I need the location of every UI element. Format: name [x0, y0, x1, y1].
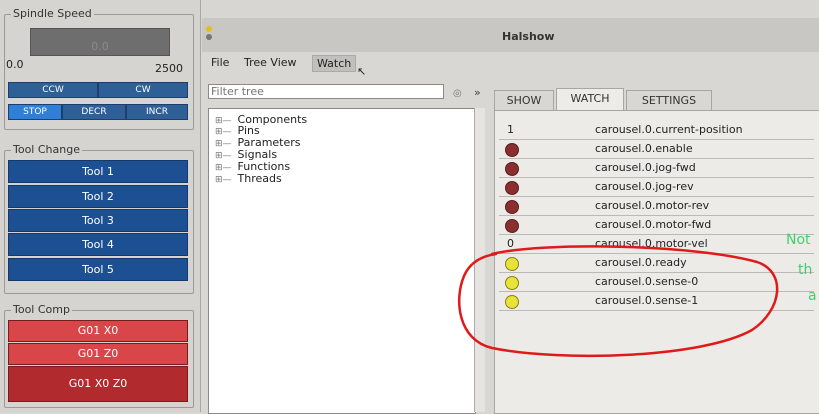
watch-row[interactable]: carousel.0.enable [499, 140, 814, 159]
watch-pin-name: carousel.0.sense-0 [595, 275, 699, 288]
menubar: File Tree View Watch [202, 52, 819, 74]
decr-button[interactable]: DECR [62, 104, 126, 120]
watch-row[interactable]: 1 carousel.0.current-position [499, 121, 814, 140]
filter-tree-input[interactable] [208, 84, 444, 99]
collapse-arrow-icon[interactable]: » [474, 86, 481, 99]
tool-3-button[interactable]: Tool 3 [8, 209, 188, 232]
led-on-icon [505, 276, 519, 290]
tree-item-label: Threads [237, 172, 282, 185]
tab-watch[interactable]: WATCH [556, 88, 624, 111]
annotation-note-line-2: th [798, 262, 813, 278]
cw-button[interactable]: CW [98, 82, 188, 98]
watch-row[interactable]: carousel.0.sense-1 [499, 292, 814, 311]
watch-pin-name: carousel.0.jog-fwd [595, 161, 696, 174]
expand-icon[interactable]: ⊞— [215, 175, 232, 185]
spindle-range-min: 0.0 [6, 58, 24, 71]
watch-pin-name: carousel.0.motor-fwd [595, 218, 712, 231]
annotation-note-line-1: Not [786, 232, 811, 248]
tree-pane[interactable]: ⊞— Components ⊞— Pins ⊞— Parameters ⊞— Signa… [208, 108, 476, 414]
ccw-button[interactable]: CCW [8, 82, 98, 98]
tab-show[interactable]: SHOW [494, 90, 554, 111]
watch-pin-name: carousel.0.enable [595, 142, 693, 155]
window-controls[interactable] [206, 24, 216, 44]
window-titlebar: Halshow [202, 18, 819, 53]
tool-1-button[interactable]: Tool 1 [8, 160, 188, 183]
watch-pin-name: carousel.0.ready [595, 256, 687, 269]
watch-pin-name: carousel.0.sense-1 [595, 294, 699, 307]
g01-x0-button[interactable]: G01 X0 [8, 320, 188, 342]
watch-value: 0 [507, 237, 514, 250]
led-off-icon [505, 162, 519, 176]
incr-button[interactable]: INCR [126, 104, 188, 120]
spindle-range-max: 2500 [155, 62, 183, 75]
annotation-note-line-3: a [808, 288, 817, 304]
spindle-speed-title: Spindle Speed [11, 7, 94, 20]
minimize-icon[interactable] [206, 26, 212, 32]
watch-pin-name: carousel.0.current-position [595, 123, 743, 136]
menu-watch[interactable]: Watch [312, 55, 357, 72]
tool-4-button[interactable]: Tool 4 [8, 233, 188, 256]
stop-button[interactable]: STOP [8, 104, 62, 120]
tree-item-threads[interactable]: ⊞— Threads [215, 172, 282, 185]
tool-5-button[interactable]: Tool 5 [8, 258, 188, 281]
watch-pin-name: carousel.0.motor-vel [595, 237, 708, 250]
tab-settings[interactable]: SETTINGS [626, 90, 712, 111]
tool-comp-title: Tool Comp [11, 303, 72, 316]
menu-file[interactable]: File [211, 56, 229, 69]
spindle-speed-display: 0.0 [30, 28, 170, 56]
watch-row[interactable]: carousel.0.jog-rev [499, 178, 814, 197]
watch-pin-name: carousel.0.motor-rev [595, 199, 710, 212]
watch-row[interactable]: carousel.0.jog-fwd [499, 159, 814, 178]
led-off-icon [505, 143, 519, 157]
led-on-icon [505, 295, 519, 309]
left-control-panel: Spindle Speed 0.0 0.0 2500 CCW CW STOP D… [0, 0, 201, 412]
watch-row[interactable]: carousel.0.sense-0 [499, 273, 814, 292]
watch-pin-name: carousel.0.jog-rev [595, 180, 694, 193]
close-icon[interactable] [206, 34, 212, 40]
watch-row[interactable]: carousel.0.motor-rev [499, 197, 814, 216]
clear-filter-icon[interactable]: ◎ [453, 88, 462, 99]
led-off-icon [505, 181, 519, 195]
watch-row[interactable]: carousel.0.motor-fwd [499, 216, 814, 235]
tree-scrollbar[interactable] [474, 108, 485, 412]
led-on-icon [505, 257, 519, 271]
tool-change-title: Tool Change [11, 143, 82, 156]
led-off-icon [505, 219, 519, 233]
watch-row[interactable]: 0 carousel.0.motor-vel [499, 235, 814, 254]
watch-row[interactable]: carousel.0.ready [499, 254, 814, 273]
led-off-icon [505, 200, 519, 214]
watch-value: 1 [507, 123, 514, 136]
watch-list: 1 carousel.0.current-position carousel.0… [494, 110, 819, 414]
window-title: Halshow [502, 30, 555, 43]
mouse-cursor-icon: ↖ [357, 65, 367, 78]
g01-z0-button[interactable]: G01 Z0 [8, 343, 188, 365]
g01-x0-z0-button[interactable]: G01 X0 Z0 [8, 366, 188, 402]
tool-2-button[interactable]: Tool 2 [8, 185, 188, 208]
menu-tree-view[interactable]: Tree View [244, 56, 297, 69]
